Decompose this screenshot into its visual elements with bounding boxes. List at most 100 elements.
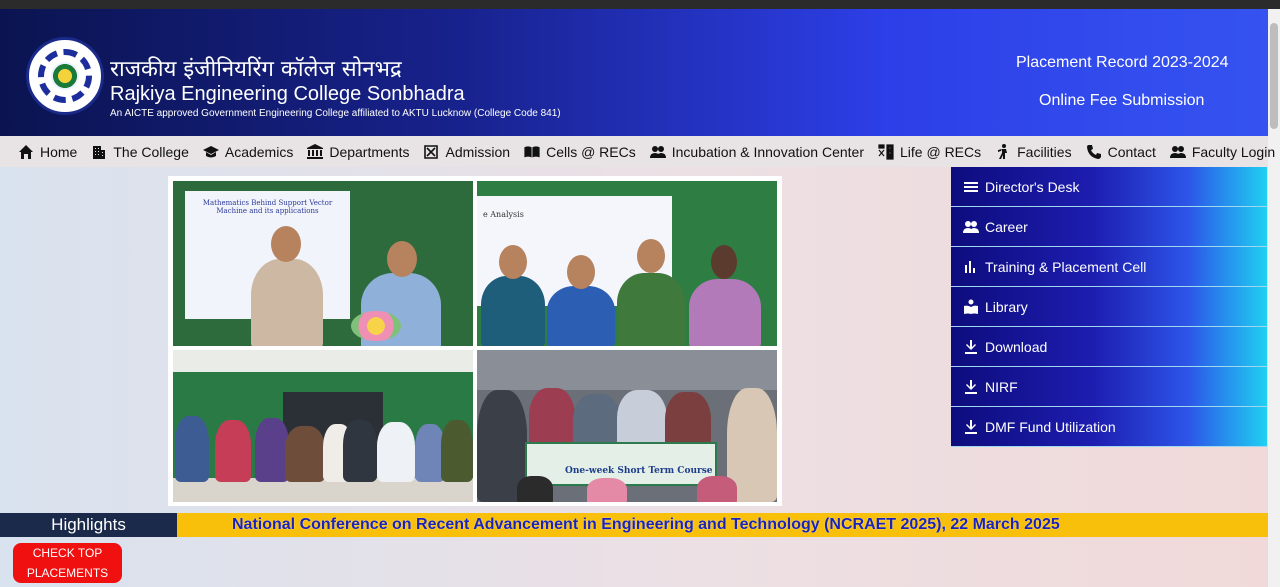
phone-icon [1086, 144, 1101, 159]
sidebar-item-label: Download [985, 338, 1048, 355]
person-figure [587, 478, 627, 502]
nav-item-label: Admission [445, 143, 511, 160]
person-walking-icon [998, 143, 1008, 159]
person-figure [377, 422, 415, 482]
scrollbar-thumb[interactable] [1270, 23, 1278, 129]
gallery-photo-4[interactable]: One-week Short Term Course [477, 350, 777, 502]
browser-top-strip [0, 0, 1280, 9]
main-navigation: Home The College Academics Departments A… [0, 136, 1275, 167]
users-icon [1169, 145, 1186, 158]
nav-item-label: Incubation & Innovation Center [671, 143, 864, 160]
sidebar-item-label: Training & Placement Cell [985, 258, 1147, 275]
nav-item-the-college[interactable]: The College [91, 144, 189, 160]
college-name-hindi: राजकीय इंजीनियरिंग कॉलेज सोनभद्र [110, 57, 402, 82]
admission-icon [424, 144, 439, 159]
reader-icon [964, 299, 978, 314]
list-icon [964, 181, 978, 192]
sidebar-item-label: Library [985, 298, 1028, 315]
slide-title: Mathematics Behind Support Vector Machin… [202, 199, 333, 215]
nav-item-label: Life @ RECs [900, 143, 982, 160]
nav-item-label: Home [40, 143, 78, 160]
person-figure [481, 276, 545, 346]
slide-title: e Analysis [483, 210, 524, 219]
emblem-center-icon [51, 62, 79, 90]
flower-bouquet [351, 311, 401, 341]
person-figure [617, 273, 685, 346]
nav-item-label: Cells @ RECs [546, 143, 636, 160]
sidebar-item-directors-desk[interactable]: Director's Desk [951, 167, 1267, 207]
gallery-photo-1[interactable]: Mathematics Behind Support Vector Machin… [173, 181, 473, 346]
image-slider[interactable]: Mathematics Behind Support Vector Machin… [168, 176, 782, 506]
users-icon [649, 145, 666, 158]
download-icon [965, 339, 977, 354]
person-figure [441, 420, 473, 482]
placement-record-link[interactable]: Placement Record 2023-2024 [1016, 54, 1229, 72]
button-label-line-2: PLACEMENTS [26, 566, 109, 580]
download-icon [965, 419, 977, 434]
book-open-icon [524, 145, 541, 158]
button-label-line-1: CHECK TOP [32, 546, 103, 560]
home-icon [19, 144, 33, 159]
online-fee-link[interactable]: Online Fee Submission [1039, 92, 1204, 110]
sidebar-item-dmf-fund[interactable]: DMF Fund Utilization [951, 407, 1267, 447]
nav-item-admission[interactable]: Admission [423, 144, 510, 160]
nav-item-label: Contact [1107, 143, 1156, 160]
download-icon [965, 379, 977, 394]
sidebar-item-label: Career [985, 218, 1028, 235]
sidebar-item-label: Director's Desk [985, 178, 1080, 195]
ticker-text[interactable]: National Conference on Recent Advancemen… [232, 516, 1060, 534]
check-top-placements-button[interactable]: CHECK TOP PLACEMENTS [13, 543, 122, 583]
college-logo[interactable] [26, 37, 104, 115]
nav-item-life[interactable]: Life @ RECs [878, 144, 981, 160]
course-banner: One-week Short Term Course [525, 442, 717, 486]
nav-item-label: The College [113, 143, 189, 160]
nav-item-contact[interactable]: Contact [1086, 144, 1156, 160]
users-icon [963, 220, 979, 233]
nav-item-faculty-login[interactable]: Faculty Login [1169, 143, 1276, 160]
nav-item-incubation[interactable]: Incubation & Innovation Center [649, 143, 864, 160]
graduation-cap-icon [202, 145, 219, 157]
person-head [637, 239, 665, 273]
person-head [387, 241, 417, 277]
person-figure [255, 418, 289, 482]
nav-item-cells[interactable]: Cells @ RECs [524, 144, 636, 160]
sidebar-item-label: DMF Fund Utilization [985, 418, 1116, 435]
sidebar-item-download[interactable]: Download [951, 327, 1267, 367]
person-figure [689, 279, 761, 346]
person-figure [547, 286, 615, 346]
highlights-ticker[interactable]: National Conference on Recent Advancemen… [177, 513, 1268, 537]
quick-links-sidebar: Director's Desk Career Training & Placem… [951, 167, 1267, 447]
college-affiliation: An AICTE approved Government Engineering… [110, 108, 561, 119]
sidebar-item-training-placement[interactable]: Training & Placement Cell [951, 247, 1267, 287]
college-name-english: Rajkiya Engineering College Sonbhadra [110, 83, 465, 105]
institution-icon [307, 143, 324, 159]
nav-item-academics[interactable]: Academics [202, 143, 294, 160]
nav-item-label: Facilities [1017, 143, 1072, 160]
person-head [567, 255, 595, 289]
nav-item-label: Faculty Login [1191, 143, 1276, 160]
sidebar-item-label: NIRF [985, 378, 1018, 395]
nav-item-facilities[interactable]: Facilities [995, 143, 1072, 160]
back-wall [477, 350, 777, 390]
person-figure [697, 476, 737, 502]
person-head [499, 245, 527, 279]
person-figure [285, 426, 325, 482]
page-scrollbar[interactable] [1268, 9, 1280, 587]
nav-item-label: Academics [224, 143, 294, 160]
sidebar-item-career[interactable]: Career [951, 207, 1267, 247]
person-figure [175, 416, 209, 482]
nav-item-departments[interactable]: Departments [307, 143, 409, 160]
sidebar-item-library[interactable]: Library [951, 287, 1267, 327]
sports-icon [878, 143, 894, 160]
gallery-photo-3[interactable] [173, 350, 473, 502]
person-figure [343, 420, 377, 482]
site-header: राजकीय इंजीनियरिंग कॉलेज सोनभद्र Rajkiya… [0, 9, 1268, 136]
gallery-photo-2[interactable]: e Analysis [477, 181, 777, 346]
bar-chart-icon [965, 260, 975, 273]
highlights-label: Highlights [0, 513, 177, 537]
person-head [711, 245, 737, 279]
nav-item-home[interactable]: Home [18, 144, 77, 160]
person-figure [251, 259, 323, 346]
sidebar-item-nirf[interactable]: NIRF [951, 367, 1267, 407]
ceiling [173, 350, 473, 372]
